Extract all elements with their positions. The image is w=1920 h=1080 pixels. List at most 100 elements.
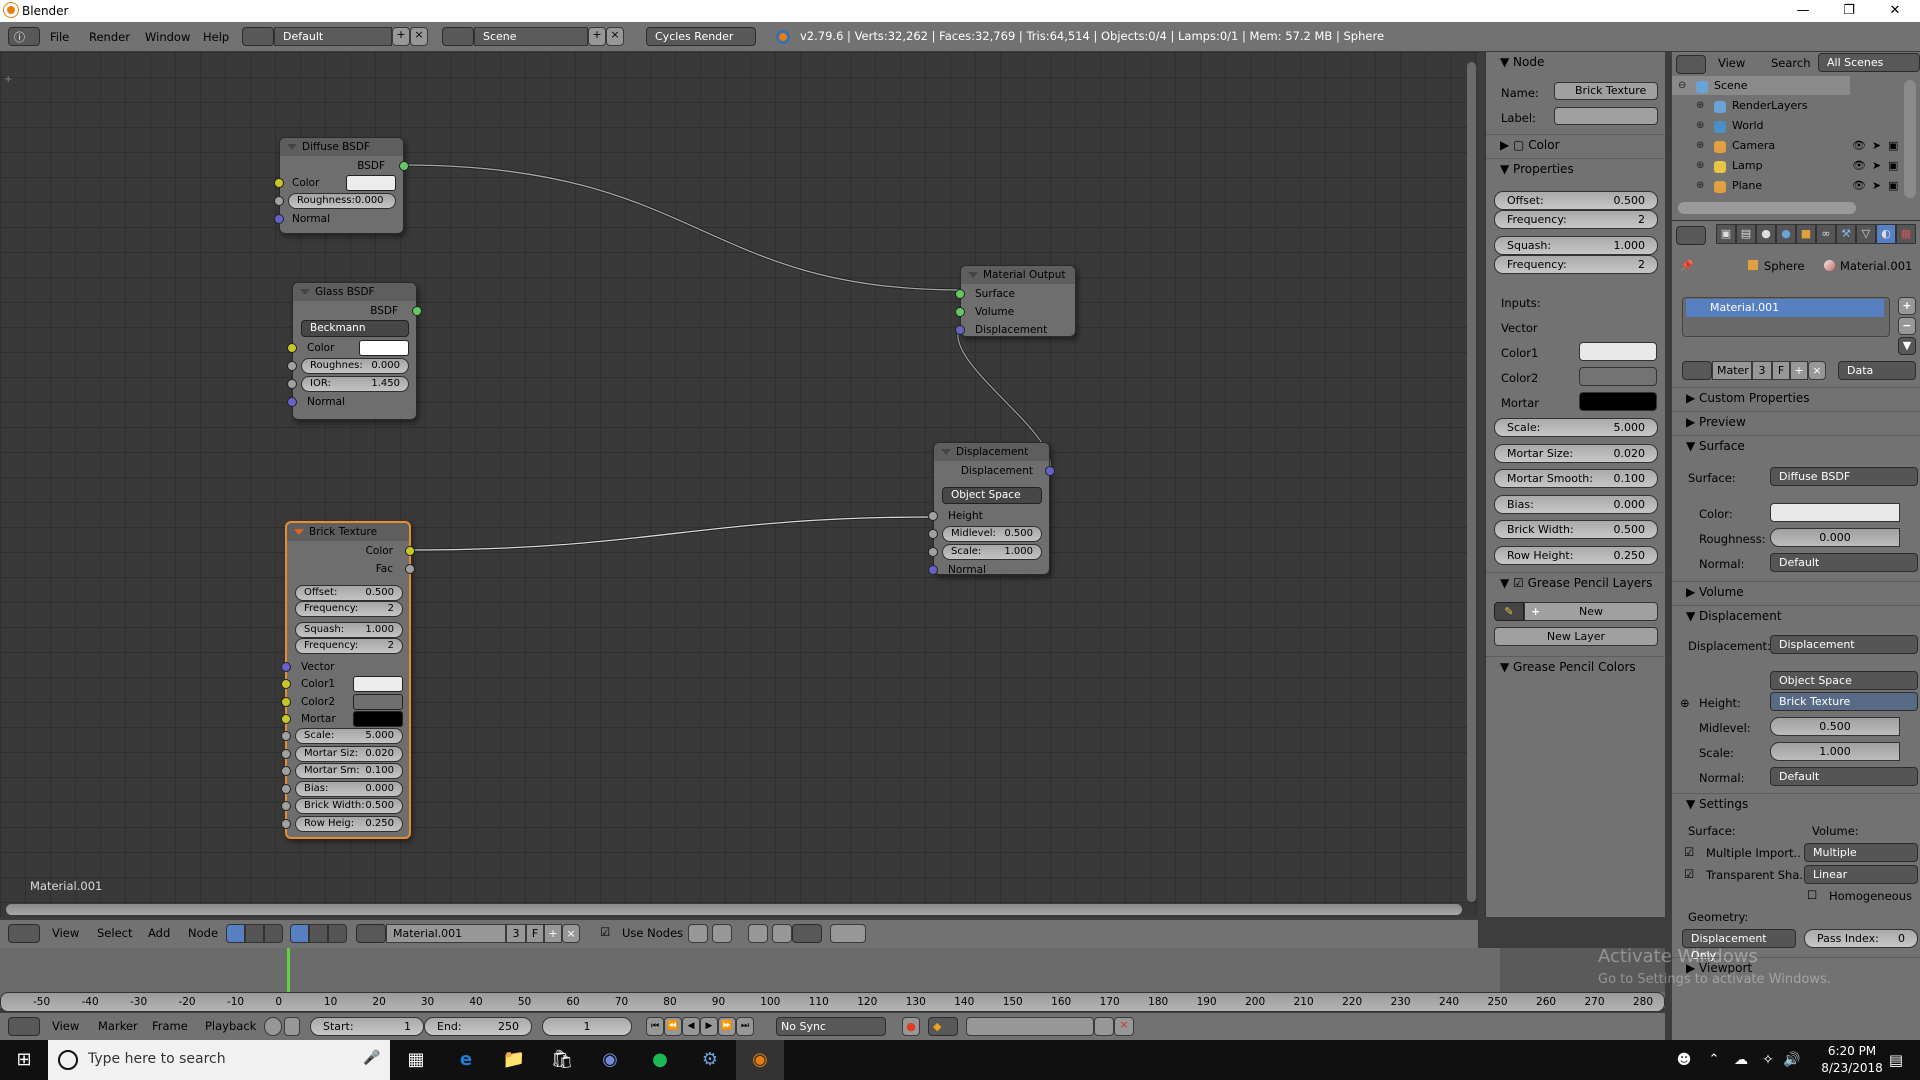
socket-color1-in[interactable] <box>281 679 291 689</box>
socket-input[interactable] <box>281 818 291 829</box>
backdrop-icon[interactable] <box>748 924 768 943</box>
surface-header[interactable]: ▼ Surface <box>1672 435 1920 455</box>
selectability-cursor-icon[interactable]: ➤ <box>1872 139 1881 152</box>
remove-slot-icon[interactable]: − <box>1898 317 1916 335</box>
fake-user-toggle[interactable]: F <box>526 924 544 943</box>
socket-color-out[interactable] <box>405 546 415 556</box>
scale-slider[interactable]: Scale: 1.000 <box>942 544 1042 560</box>
start-button[interactable]: ⊞ <box>0 1040 48 1080</box>
surface-roughness-field[interactable]: 0.000 <box>1770 528 1900 547</box>
keying-set-field[interactable] <box>966 1017 1094 1036</box>
socket-surface-in[interactable] <box>955 289 965 299</box>
renderability-camera-icon[interactable]: ▣ <box>1888 159 1898 172</box>
insert-keyframe-icon[interactable] <box>1094 1017 1114 1036</box>
squash-field[interactable]: Squash: 1.000 <box>1494 236 1658 255</box>
compositing-tree-icon[interactable] <box>245 924 264 943</box>
brick-field-slider[interactable]: Bias: 0.000 <box>295 780 403 797</box>
socket-ior-in[interactable] <box>287 379 297 389</box>
menu-window[interactable]: Window <box>145 30 190 44</box>
panel-properties-header[interactable]: ▼ Properties <box>1486 158 1666 178</box>
microphone-icon[interactable]: 🎤 <box>363 1050 380 1066</box>
roughness-slider[interactable]: Roughness:0.000 <box>288 193 396 209</box>
remove-scene-icon[interactable]: × <box>606 27 624 46</box>
outliner-item[interactable]: ⊕ Plane 👁 ➤ ▣ <box>1672 178 1898 196</box>
preview-header[interactable]: ▶ Preview <box>1672 411 1920 431</box>
renderability-camera-icon[interactable]: ▣ <box>1888 139 1898 152</box>
expand-toggle-icon[interactable]: ⊕ <box>1696 100 1704 111</box>
render-tab-icon[interactable]: ▣ <box>1716 224 1736 244</box>
roughness-slider[interactable]: Roughnes: 0.000 <box>301 358 409 374</box>
volume-icon[interactable]: 🔊 <box>1780 1040 1804 1080</box>
world-tab-icon[interactable]: ● <box>1776 224 1796 244</box>
spotify-icon[interactable]: ● <box>636 1040 684 1080</box>
socket-input[interactable] <box>281 731 291 741</box>
displacement-dropdown[interactable]: Displacement <box>1770 635 1918 654</box>
sync-mode-dropdown[interactable]: No Sync <box>776 1017 886 1036</box>
socket-normal-in[interactable] <box>287 397 297 407</box>
socket-volume-in[interactable] <box>955 307 965 317</box>
node-menu-view[interactable]: View <box>52 926 79 940</box>
new-material-icon[interactable]: + <box>1790 361 1808 380</box>
brick-field-slider[interactable]: Brick Width: 0.500 <box>295 798 403 814</box>
node-label-field[interactable] <box>1554 107 1658 125</box>
object-shader-icon[interactable] <box>290 924 309 943</box>
socket-mortar-in[interactable] <box>281 714 291 724</box>
socket-color-in[interactable] <box>274 178 284 188</box>
socket-height-in[interactable] <box>928 511 938 521</box>
node-menu-node[interactable]: Node <box>188 926 218 940</box>
expand-toggle-icon[interactable]: ⊕ <box>1696 120 1704 131</box>
outliner-menu-view[interactable]: View <box>1718 56 1745 70</box>
pass-index-field[interactable]: Pass Index: 0 <box>1804 929 1918 948</box>
link-dropdown[interactable]: Data <box>1838 361 1916 380</box>
frequency-field[interactable]: Frequency: 2 <box>1494 210 1658 229</box>
pin-icon[interactable]: 📌 <box>1680 259 1694 272</box>
constraints-tab-icon[interactable]: ∞ <box>1816 224 1836 244</box>
property-field[interactable]: Mortar Smooth: 0.100 <box>1494 469 1658 488</box>
file-explorer-icon[interactable]: 📁 <box>490 1040 538 1080</box>
squash-slider[interactable]: Squash: 1.000 <box>295 622 403 638</box>
socket-bsdf-out[interactable] <box>412 306 422 316</box>
color1-swatch[interactable] <box>1579 342 1657 361</box>
material-slot-item[interactable]: Material.001 <box>1686 299 1884 317</box>
slot-specials-icon[interactable]: ▼ <box>1898 337 1916 355</box>
scene-tab-icon[interactable]: ● <box>1756 224 1776 244</box>
property-field[interactable]: Bias: 0.000 <box>1494 494 1658 514</box>
mortar-swatch[interactable] <box>353 711 403 727</box>
screen-layout-field[interactable]: Default <box>274 27 392 46</box>
show-hidden-icons[interactable]: ⌃ <box>1702 1040 1726 1080</box>
timeline-menu-marker[interactable]: Marker <box>98 1019 138 1033</box>
node-menu-select[interactable]: Select <box>97 926 132 940</box>
taskbar-search-box[interactable]: Type here to search 🎤 <box>48 1040 390 1080</box>
volume-interpolation-dropdown[interactable]: Linear <box>1804 865 1918 884</box>
expand-toggle-icon[interactable]: ⊖ <box>1678 80 1686 91</box>
node-displacement[interactable]: Displacement Displacement Object Space H… <box>928 442 1055 576</box>
material-name-field[interactable]: Material.001 <box>386 924 506 943</box>
property-field[interactable]: Row Height: 0.250 <box>1494 545 1658 565</box>
unlink-material-icon[interactable]: × <box>1808 361 1826 380</box>
renderability-camera-icon[interactable]: ▣ <box>1888 179 1898 192</box>
surface-shader-dropdown[interactable]: Diffuse BSDF <box>1770 467 1918 486</box>
modifiers-tab-icon[interactable]: ⚒ <box>1836 224 1856 244</box>
preview-range-icon[interactable] <box>264 1017 282 1036</box>
lock-range-icon[interactable] <box>284 1017 300 1036</box>
add-scene-icon[interactable]: + <box>588 27 606 46</box>
scene-field[interactable]: Scene <box>474 27 588 46</box>
socket-input[interactable] <box>281 801 291 811</box>
pin-icon[interactable] <box>688 924 708 943</box>
height-link-icon[interactable]: ⊕ <box>1680 696 1690 710</box>
midlevel-slider[interactable]: Midlevel: 0.500 <box>942 526 1042 542</box>
property-field[interactable]: Brick Width: 0.500 <box>1494 520 1658 539</box>
color-swatch[interactable] <box>359 340 409 356</box>
go-parent-icon[interactable] <box>712 924 732 943</box>
menu-render[interactable]: Render <box>89 30 130 44</box>
editor-type-node-icon[interactable] <box>8 924 40 943</box>
editor-type-timeline-icon[interactable] <box>8 1017 40 1036</box>
volume-sampling-dropdown[interactable]: Multiple Importan.. <box>1804 843 1918 876</box>
editor-type-info-icon[interactable]: ⓘ <box>8 27 40 46</box>
use-nodes-checkbox[interactable]: ☑ <box>600 925 610 939</box>
custom-properties-header[interactable]: ▶ Custom Properties <box>1672 387 1920 407</box>
socket-fac-out[interactable] <box>405 564 415 574</box>
brick-field-slider[interactable]: Scale: 5.000 <box>295 728 403 744</box>
material-users-count[interactable]: 3 <box>506 924 526 943</box>
next-keyframe-icon[interactable]: ⏩ <box>718 1017 736 1036</box>
